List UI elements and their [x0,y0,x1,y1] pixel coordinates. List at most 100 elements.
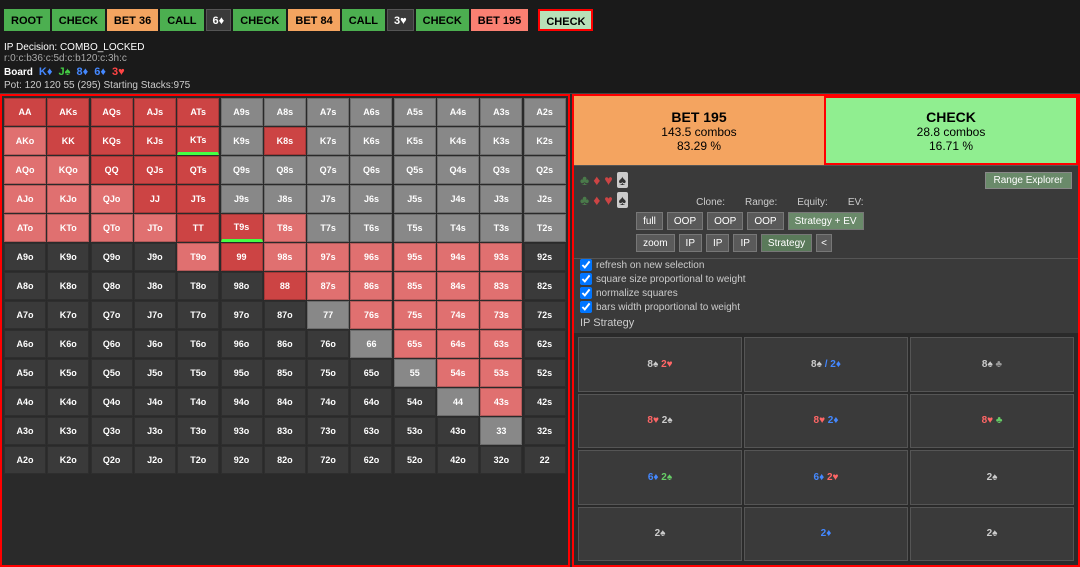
grid-cell[interactable]: KJo [47,185,89,213]
grid-cell[interactable]: AKs [47,98,89,126]
grid-cell[interactable]: 97s [307,243,349,271]
ip-button-1[interactable]: IP [679,234,702,252]
grid-cell[interactable]: QTs [177,156,219,184]
oop-button-2[interactable]: OOP [707,212,743,230]
grid-cell[interactable]: 82o [264,446,306,474]
grid-cell[interactable]: JTs [177,185,219,213]
grid-cell[interactable]: 76o [307,330,349,358]
grid-cell[interactable]: KK [47,127,89,155]
grid-cell[interactable]: J8o [134,272,176,300]
grid-cell[interactable]: T5s [394,214,436,242]
nav-call-1[interactable]: CALL [160,9,203,31]
grid-cell[interactable]: Q3o [91,417,133,445]
grid-cell[interactable]: 32o [480,446,522,474]
grid-cell[interactable]: JJ [134,185,176,213]
grid-cell[interactable]: QQ [91,156,133,184]
nav-bet195[interactable]: BET 195 [471,9,528,31]
grid-cell[interactable]: 86o [264,330,306,358]
nav-root[interactable]: ROOT [4,9,50,31]
grid-cell[interactable]: T3o [177,417,219,445]
grid-cell[interactable]: 97o [221,301,263,329]
grid-cell[interactable]: A3s [480,98,522,126]
grid-cell[interactable]: T7s [307,214,349,242]
strategy-ev-button[interactable]: Strategy + EV [788,212,864,230]
grid-cell[interactable]: T9o [177,243,219,271]
grid-cell[interactable]: AJs [134,98,176,126]
grid-cell[interactable]: A8o [4,272,46,300]
grid-cell[interactable]: 73o [307,417,349,445]
grid-cell[interactable]: 55 [394,359,436,387]
heart-icon-2[interactable]: ♥ [604,192,612,208]
grid-cell[interactable]: 85o [264,359,306,387]
grid-cell[interactable]: 86s [350,272,392,300]
grid-cell[interactable]: K6s [350,127,392,155]
grid-cell[interactable]: 76s [350,301,392,329]
grid-cell[interactable]: K9s [221,127,263,155]
combo-cell-5[interactable]: 8♥ ♣ [910,394,1074,449]
grid-cell[interactable]: 62s [524,330,566,358]
grid-cell[interactable]: 95o [221,359,263,387]
grid-cell[interactable]: T2o [177,446,219,474]
grid-cell[interactable]: 43s [480,388,522,416]
club-icon-1[interactable]: ♣ [580,172,589,188]
grid-cell[interactable]: T3s [480,214,522,242]
grid-cell[interactable]: 53o [394,417,436,445]
grid-cell[interactable]: 66 [350,330,392,358]
grid-cell[interactable]: Q5o [91,359,133,387]
grid-cell[interactable]: Q8o [91,272,133,300]
grid-cell[interactable]: Q7s [307,156,349,184]
grid-cell[interactable]: 64s [437,330,479,358]
grid-cell[interactable]: 98o [221,272,263,300]
combo-cell-6[interactable]: 6♦ 2♠ [578,450,742,505]
grid-cell[interactable]: A4s [437,98,479,126]
grid-cell[interactable]: 54s [437,359,479,387]
grid-cell[interactable]: Q4s [437,156,479,184]
grid-cell[interactable]: T4s [437,214,479,242]
grid-cell[interactable]: A7o [4,301,46,329]
oop-button-3[interactable]: OOP [747,212,783,230]
refresh-checkbox[interactable] [580,259,592,271]
grid-cell[interactable]: J6o [134,330,176,358]
grid-cell[interactable]: 32s [524,417,566,445]
grid-cell[interactable]: A5s [394,98,436,126]
grid-cell[interactable]: K3s [480,127,522,155]
zoom-button[interactable]: zoom [636,234,674,252]
grid-cell[interactable]: K7o [47,301,89,329]
nav-check-2[interactable]: CHECK [233,9,286,31]
grid-cell[interactable]: J2o [134,446,176,474]
grid-cell[interactable]: K9o [47,243,89,271]
grid-cell[interactable]: 77 [307,301,349,329]
grid-cell[interactable]: 94s [437,243,479,271]
grid-cell[interactable]: 92s [524,243,566,271]
grid-cell[interactable]: A9s [221,98,263,126]
grid-cell[interactable]: 22 [524,446,566,474]
grid-cell[interactable]: 93o [221,417,263,445]
grid-cell[interactable]: A6o [4,330,46,358]
grid-cell[interactable]: 88 [264,272,306,300]
grid-cell[interactable]: 43o [437,417,479,445]
grid-cell[interactable]: Q9s [221,156,263,184]
combo-cell-11[interactable]: 2♠ [910,507,1074,562]
grid-cell[interactable]: A8s [264,98,306,126]
grid-cell[interactable]: A6s [350,98,392,126]
grid-cell[interactable]: A3o [4,417,46,445]
grid-cell[interactable]: A7s [307,98,349,126]
grid-cell[interactable]: 54o [394,388,436,416]
grid-cell[interactable]: Q4o [91,388,133,416]
grid-cell[interactable]: AQo [4,156,46,184]
grid-cell[interactable]: A9o [4,243,46,271]
combo-cell-0[interactable]: 8♠ 2♥ [578,337,742,392]
grid-cell[interactable]: 52s [524,359,566,387]
grid-cell[interactable]: J9s [221,185,263,213]
bet-action-box[interactable]: BET 195 143.5 combos 83.29 % [574,96,824,165]
grid-cell[interactable]: Q6s [350,156,392,184]
grid-cell[interactable]: T2s [524,214,566,242]
grid-cell[interactable]: 82s [524,272,566,300]
grid-cell[interactable]: K2o [47,446,89,474]
full-button[interactable]: full [636,212,663,230]
grid-cell[interactable]: T5o [177,359,219,387]
grid-cell[interactable]: J3s [480,185,522,213]
grid-cell[interactable]: 65o [350,359,392,387]
ip-button-2[interactable]: IP [706,234,729,252]
grid-cell[interactable]: K5o [47,359,89,387]
